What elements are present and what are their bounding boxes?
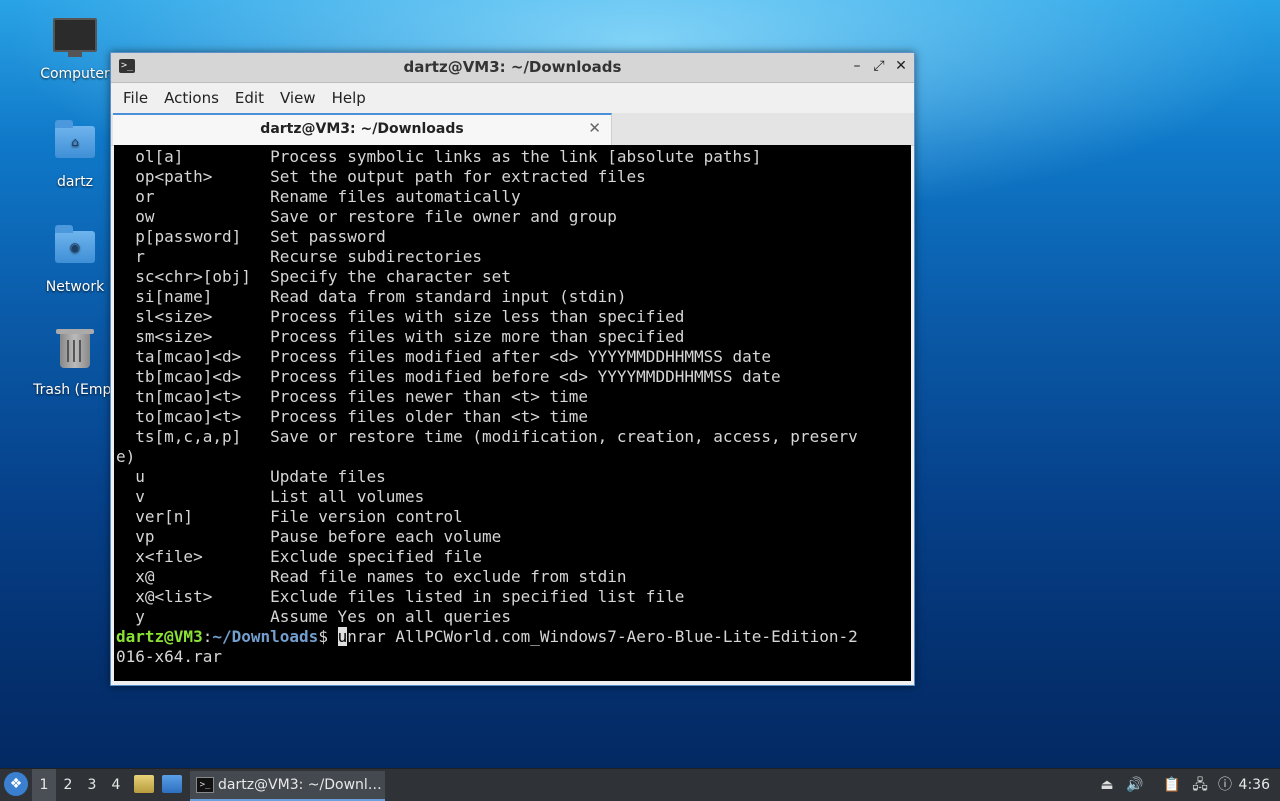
network-folder-icon: ◉	[53, 225, 97, 275]
terminal-line: x<file> Exclude specified file	[116, 547, 483, 566]
workspace-1[interactable]: 1	[32, 769, 56, 801]
eject-icon[interactable]: ⏏	[1098, 776, 1116, 794]
network-icon[interactable]: 🖧	[1191, 776, 1209, 794]
prompt-command-wrap: 016-x64.rar	[116, 647, 222, 666]
workspace-3[interactable]: 3	[80, 769, 104, 801]
menu-file[interactable]: File	[115, 89, 156, 107]
terminal-line: ver[n] File version control	[116, 507, 463, 526]
workspace-2[interactable]: 2	[56, 769, 80, 801]
terminal-line: v List all volumes	[116, 487, 425, 506]
computer-icon	[53, 18, 97, 62]
prompt-user-host: dartz@VM3	[116, 627, 203, 646]
terminal-line: e)	[116, 447, 136, 466]
menu-icon[interactable]: ❖	[4, 772, 28, 796]
terminal-line: sc<chr>[obj] Specify the character set	[116, 267, 511, 286]
window-titlebar[interactable]: >_ dartz@VM3: ~/Downloads – ⤢ ✕	[111, 53, 914, 83]
terminal-line: ol[a] Process symbolic links as the link…	[116, 147, 762, 166]
clock[interactable]: 4:36	[1239, 769, 1270, 801]
terminal-line: sl<size> Process files with size less th…	[116, 307, 685, 326]
clipboard-icon[interactable]: 📋	[1163, 776, 1181, 794]
terminal-line: sm<size> Process files with size more th…	[116, 327, 685, 346]
tab-terminal[interactable]: dartz@VM3: ~/Downloads ✕	[113, 113, 612, 145]
taskbar: ❖ 1 2 3 4 >_ dartz@VM3: ~/Downl… ⏏ 🔊 📋 🖧…	[0, 768, 1280, 801]
terminal-line: x@<list> Exclude files listed in specifi…	[116, 587, 685, 606]
close-button[interactable]: ✕	[892, 58, 910, 74]
terminal-line: y Assume Yes on all queries	[116, 607, 511, 626]
terminal-line: ow Save or restore file owner and group	[116, 207, 617, 226]
notification-icon[interactable]: ⓘ	[1216, 776, 1234, 794]
menu-bar: File Actions Edit View Help	[111, 83, 914, 113]
tab-label: dartz@VM3: ~/Downloads	[260, 121, 464, 137]
terminal-line: ts[m,c,a,p] Save or restore time (modifi…	[116, 427, 858, 446]
volume-icon[interactable]: 🔊	[1126, 776, 1144, 794]
workspace-4[interactable]: 4	[104, 769, 128, 801]
menu-help[interactable]: Help	[324, 89, 374, 107]
window-title: dartz@VM3: ~/Downloads	[403, 58, 622, 76]
terminal-line: si[name] Read data from standard input (…	[116, 287, 627, 306]
minimize-button[interactable]: –	[848, 58, 866, 74]
terminal-line: or Rename files automatically	[116, 187, 521, 206]
terminal-line: op<path> Set the output path for extract…	[116, 167, 646, 186]
maximize-button[interactable]: ⤢	[870, 58, 888, 74]
terminal-line: tb[mcao]<d> Process files modified befor…	[116, 367, 781, 386]
terminal-output[interactable]: ol[a] Process symbolic links as the link…	[114, 145, 911, 681]
menu-edit[interactable]: Edit	[227, 89, 272, 107]
terminal-line: u Update files	[116, 467, 386, 486]
taskbar-item-terminal[interactable]: >_ dartz@VM3: ~/Downl…	[190, 771, 385, 801]
prompt-path: ~/Downloads	[212, 627, 319, 646]
terminal-line: r Recurse subdirectories	[116, 247, 483, 266]
taskbar-item-label: dartz@VM3: ~/Downl…	[218, 777, 382, 793]
terminal-line: tn[mcao]<t> Process files newer than <t>…	[116, 387, 589, 406]
terminal-line: vp Pause before each volume	[116, 527, 502, 546]
terminal-icon: >_	[196, 777, 214, 793]
terminal-text: ol[a] Process symbolic links as the link…	[114, 145, 911, 627]
terminal-prompt[interactable]: dartz@VM3:~/Downloads$ unrar AllPCWorld.…	[114, 627, 911, 667]
terminal-line: x@ Read file names to exclude from stdin	[116, 567, 627, 586]
text-cursor: u	[337, 627, 348, 646]
trash-icon	[53, 329, 97, 378]
prompt-sep: :	[202, 627, 213, 646]
prompt-symbol: $	[318, 627, 338, 646]
menu-actions[interactable]: Actions	[156, 89, 227, 107]
tab-bar: dartz@VM3: ~/Downloads ✕	[111, 113, 914, 146]
terminal-window[interactable]: >_ dartz@VM3: ~/Downloads – ⤢ ✕ File Act…	[110, 52, 915, 686]
show-desktop-icon[interactable]	[162, 775, 182, 793]
tab-close-icon[interactable]: ✕	[588, 119, 601, 137]
terminal-line: p[password] Set password	[116, 227, 386, 246]
terminal-line: to[mcao]<t> Process files older than <t>…	[116, 407, 589, 426]
file-manager-icon[interactable]	[134, 775, 154, 793]
home-folder-icon: ⌂	[53, 120, 97, 170]
terminal-line: ta[mcao]<d> Process files modified after…	[116, 347, 772, 366]
prompt-command: nrar AllPCWorld.com_Windows7-Aero-Blue-L…	[347, 627, 858, 646]
menu-view[interactable]: View	[272, 89, 324, 107]
